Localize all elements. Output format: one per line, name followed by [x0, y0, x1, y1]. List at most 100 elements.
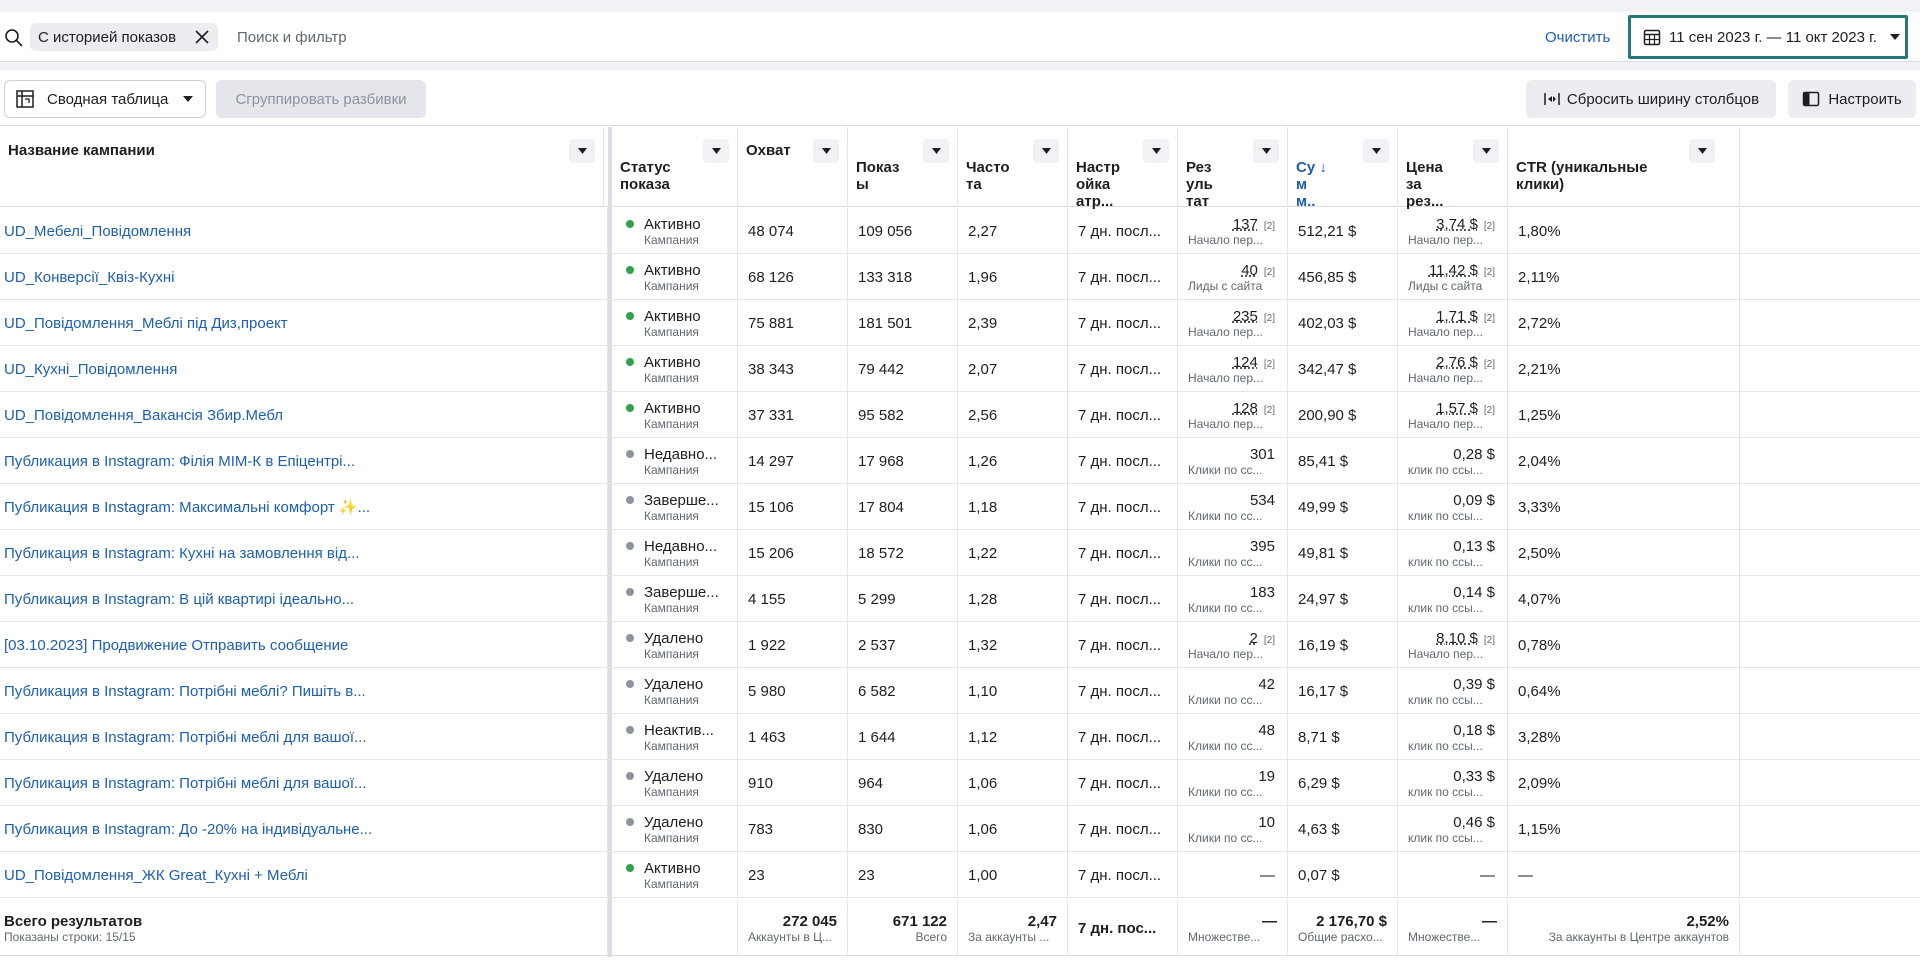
column-menu-button[interactable] [1473, 139, 1499, 163]
chevron-down-icon [1482, 148, 1491, 154]
ctr-cell: 4,07% [1508, 576, 1740, 622]
results-cell: 395 Клики по сс... [1178, 530, 1288, 576]
impressions-cell: 830 [848, 806, 958, 852]
table-row[interactable]: UD_Мебелі_Повідомлення Активно Кампания … [0, 208, 1920, 254]
results-value: 10 [1258, 813, 1275, 831]
table-row[interactable]: Публикация в Instagram: Кухні на замовле… [0, 530, 1920, 576]
cost-per-result-cell: 0,14 $ клик по ссы... [1398, 576, 1508, 622]
table-row[interactable]: [03.10.2023] Продвижение Отправить сообщ… [0, 622, 1920, 668]
attribution-marker: [2] [1263, 312, 1275, 324]
totals-value: 2,47 [1027, 912, 1057, 930]
campaign-name-link[interactable]: [03.10.2023] Продвижение Отправить сообщ… [0, 622, 608, 668]
column-header-results[interactable]: Рез уль тат [1178, 127, 1288, 210]
status-label: Удалено [644, 813, 704, 831]
chevron-down-icon [1152, 148, 1161, 154]
frequency-cell: 2,07 [958, 346, 1068, 392]
campaign-name-link[interactable]: UD_Повідомлення_Вакансія Збир.Мебл [0, 392, 608, 438]
column-header-label: Название кампании [8, 142, 155, 159]
campaign-name-link[interactable]: UD_Мебелі_Повідомлення [0, 208, 608, 254]
campaign-name-link[interactable]: Публикация в Instagram: Філія МІМ-К в Еп… [0, 438, 608, 484]
column-header-cost-per-result[interactable]: Цена за рез... [1398, 127, 1508, 210]
spend-cell: 49,81 $ [1288, 530, 1398, 576]
spend-cell: 200,90 $ [1288, 392, 1398, 438]
cost-value: 8,10 $ [1436, 629, 1478, 647]
column-menu-button[interactable] [923, 139, 949, 163]
column-menu-button[interactable] [569, 139, 595, 163]
column-header-campaign-name[interactable]: Название кампании [0, 127, 604, 207]
column-menu-button[interactable] [1253, 139, 1279, 163]
column-menu-button[interactable] [703, 139, 729, 163]
table-row[interactable]: UD_Повідомлення_Меблі під Диз,проект Акт… [0, 300, 1920, 346]
table-row[interactable]: Публикация в Instagram: Потрібні меблі д… [0, 760, 1920, 806]
campaign-name-link[interactable]: UD_Кухні_Повідомлення [0, 346, 608, 392]
reach-cell: 910 [738, 760, 848, 806]
customize-button[interactable]: Настроить [1788, 80, 1916, 118]
attribution-marker: [2] [1483, 358, 1495, 370]
table-row[interactable]: Публикация в Instagram: Потрібні меблі д… [0, 714, 1920, 760]
campaign-name-link[interactable]: UD_Повідомлення_ЖК Great_Кухні + Меблі [0, 852, 608, 898]
search-input[interactable]: Поиск и фильтр [237, 29, 347, 46]
table-row[interactable]: UD_Повідомлення_ЖК Great_Кухні + Меблі А… [0, 852, 1920, 898]
frequency-cell: 1,18 [958, 484, 1068, 530]
attribution-marker: [2] [1483, 312, 1495, 324]
cost-value: 0,09 $ [1453, 491, 1495, 509]
column-header-impressions[interactable]: Показ ы [848, 127, 958, 207]
attribution-marker: [2] [1263, 634, 1275, 646]
table-row[interactable]: Публикация в Instagram: Потрібні меблі? … [0, 668, 1920, 714]
campaign-name-link[interactable]: Публикация в Instagram: Кухні на замовле… [0, 530, 608, 576]
impressions-cell: 6 582 [848, 668, 958, 714]
campaign-name-link[interactable]: UD_Повідомлення_Меблі під Диз,проект [0, 300, 608, 346]
status-label: Недавно... [644, 445, 718, 463]
group-breakdowns-button[interactable]: Сгруппировать разбивки [216, 80, 426, 118]
impressions-cell: 109 056 [848, 208, 958, 254]
attribution-marker: [2] [1483, 634, 1495, 646]
cost-value: 0,18 $ [1453, 721, 1495, 739]
filter-chip[interactable]: С историей показов [30, 23, 219, 51]
status-dot [626, 404, 634, 412]
status-cell: Удалено Кампания [612, 760, 738, 806]
attribution-marker: [2] [1483, 220, 1495, 232]
column-menu-button[interactable] [1363, 139, 1389, 163]
campaign-name-link[interactable]: Публикация в Instagram: Потрібні меблі? … [0, 668, 608, 714]
campaign-name-link[interactable]: Публикация в Instagram: Максимальні комф… [0, 484, 608, 530]
column-menu-button[interactable] [1689, 139, 1715, 163]
column-header-label: Показ ы [856, 159, 900, 193]
column-menu-button[interactable] [1033, 139, 1059, 163]
column-header-attribution[interactable]: Настр ойка атр... [1068, 127, 1178, 210]
results-label: Клики по сс... [1188, 830, 1263, 845]
campaign-name-link[interactable]: Публикация в Instagram: В цій квартирі і… [0, 576, 608, 622]
campaign-name-link[interactable]: Публикация в Instagram: Потрібні меблі д… [0, 714, 608, 760]
campaign-name-link[interactable]: Публикация в Instagram: До -20% на індив… [0, 806, 608, 852]
date-range-picker[interactable]: 11 сен 2023 г. — 11 окт 2023 г. [1628, 15, 1908, 59]
column-header-status[interactable]: Статус показа [612, 127, 738, 207]
table-row[interactable]: Публикация в Instagram: В цій квартирі і… [0, 576, 1920, 622]
impressions-cell: 2 537 [848, 622, 958, 668]
ctr-cell: 0,64% [1508, 668, 1740, 714]
status-cell: Активно Кампания [612, 208, 738, 254]
table-row[interactable]: Публикация в Instagram: До -20% на індив… [0, 806, 1920, 852]
attribution-cell: 7 дн. посл... [1068, 852, 1178, 898]
column-menu-button[interactable] [1143, 139, 1169, 163]
table-row[interactable]: UD_Повідомлення_Вакансія Збир.Мебл Актив… [0, 392, 1920, 438]
column-header-frequency[interactable]: Часто та [958, 127, 1068, 207]
table-row[interactable]: Публикация в Instagram: Філія МІМ-К в Еп… [0, 438, 1920, 484]
column-header-ctr[interactable]: CTR (уникальные клики) [1508, 127, 1740, 207]
reset-column-width-button[interactable]: Сбросить ширину столбцов [1526, 80, 1776, 118]
ctr-cell: 3,33% [1508, 484, 1740, 530]
spend-cell: 24,97 $ [1288, 576, 1398, 622]
table-row[interactable]: Публикация в Instagram: Максимальні комф… [0, 484, 1920, 530]
table-row[interactable]: UD_Кухні_Повідомлення Активно Кампания 3… [0, 346, 1920, 392]
cost-per-result-cell: 0,13 $ клик по ссы... [1398, 530, 1508, 576]
campaign-name-link[interactable]: UD_Конверсії_Квіз-Кухні [0, 254, 608, 300]
table-row[interactable]: UD_Конверсії_Квіз-Кухні Активно Кампания… [0, 254, 1920, 300]
status-cell: Активно Кампания [612, 852, 738, 898]
pivot-table-button[interactable]: Сводная таблица [4, 80, 206, 118]
columns-icon [1803, 91, 1820, 107]
close-icon[interactable] [194, 29, 210, 45]
column-header-spend[interactable]: Су ↓ м м.. [1288, 127, 1398, 210]
clear-button[interactable]: Очистить [1545, 29, 1610, 46]
chevron-down-icon [1698, 148, 1707, 154]
column-header-reach[interactable]: Охват [738, 127, 848, 207]
column-menu-button[interactable] [813, 139, 839, 163]
campaign-name-link[interactable]: Публикация в Instagram: Потрібні меблі д… [0, 760, 608, 806]
